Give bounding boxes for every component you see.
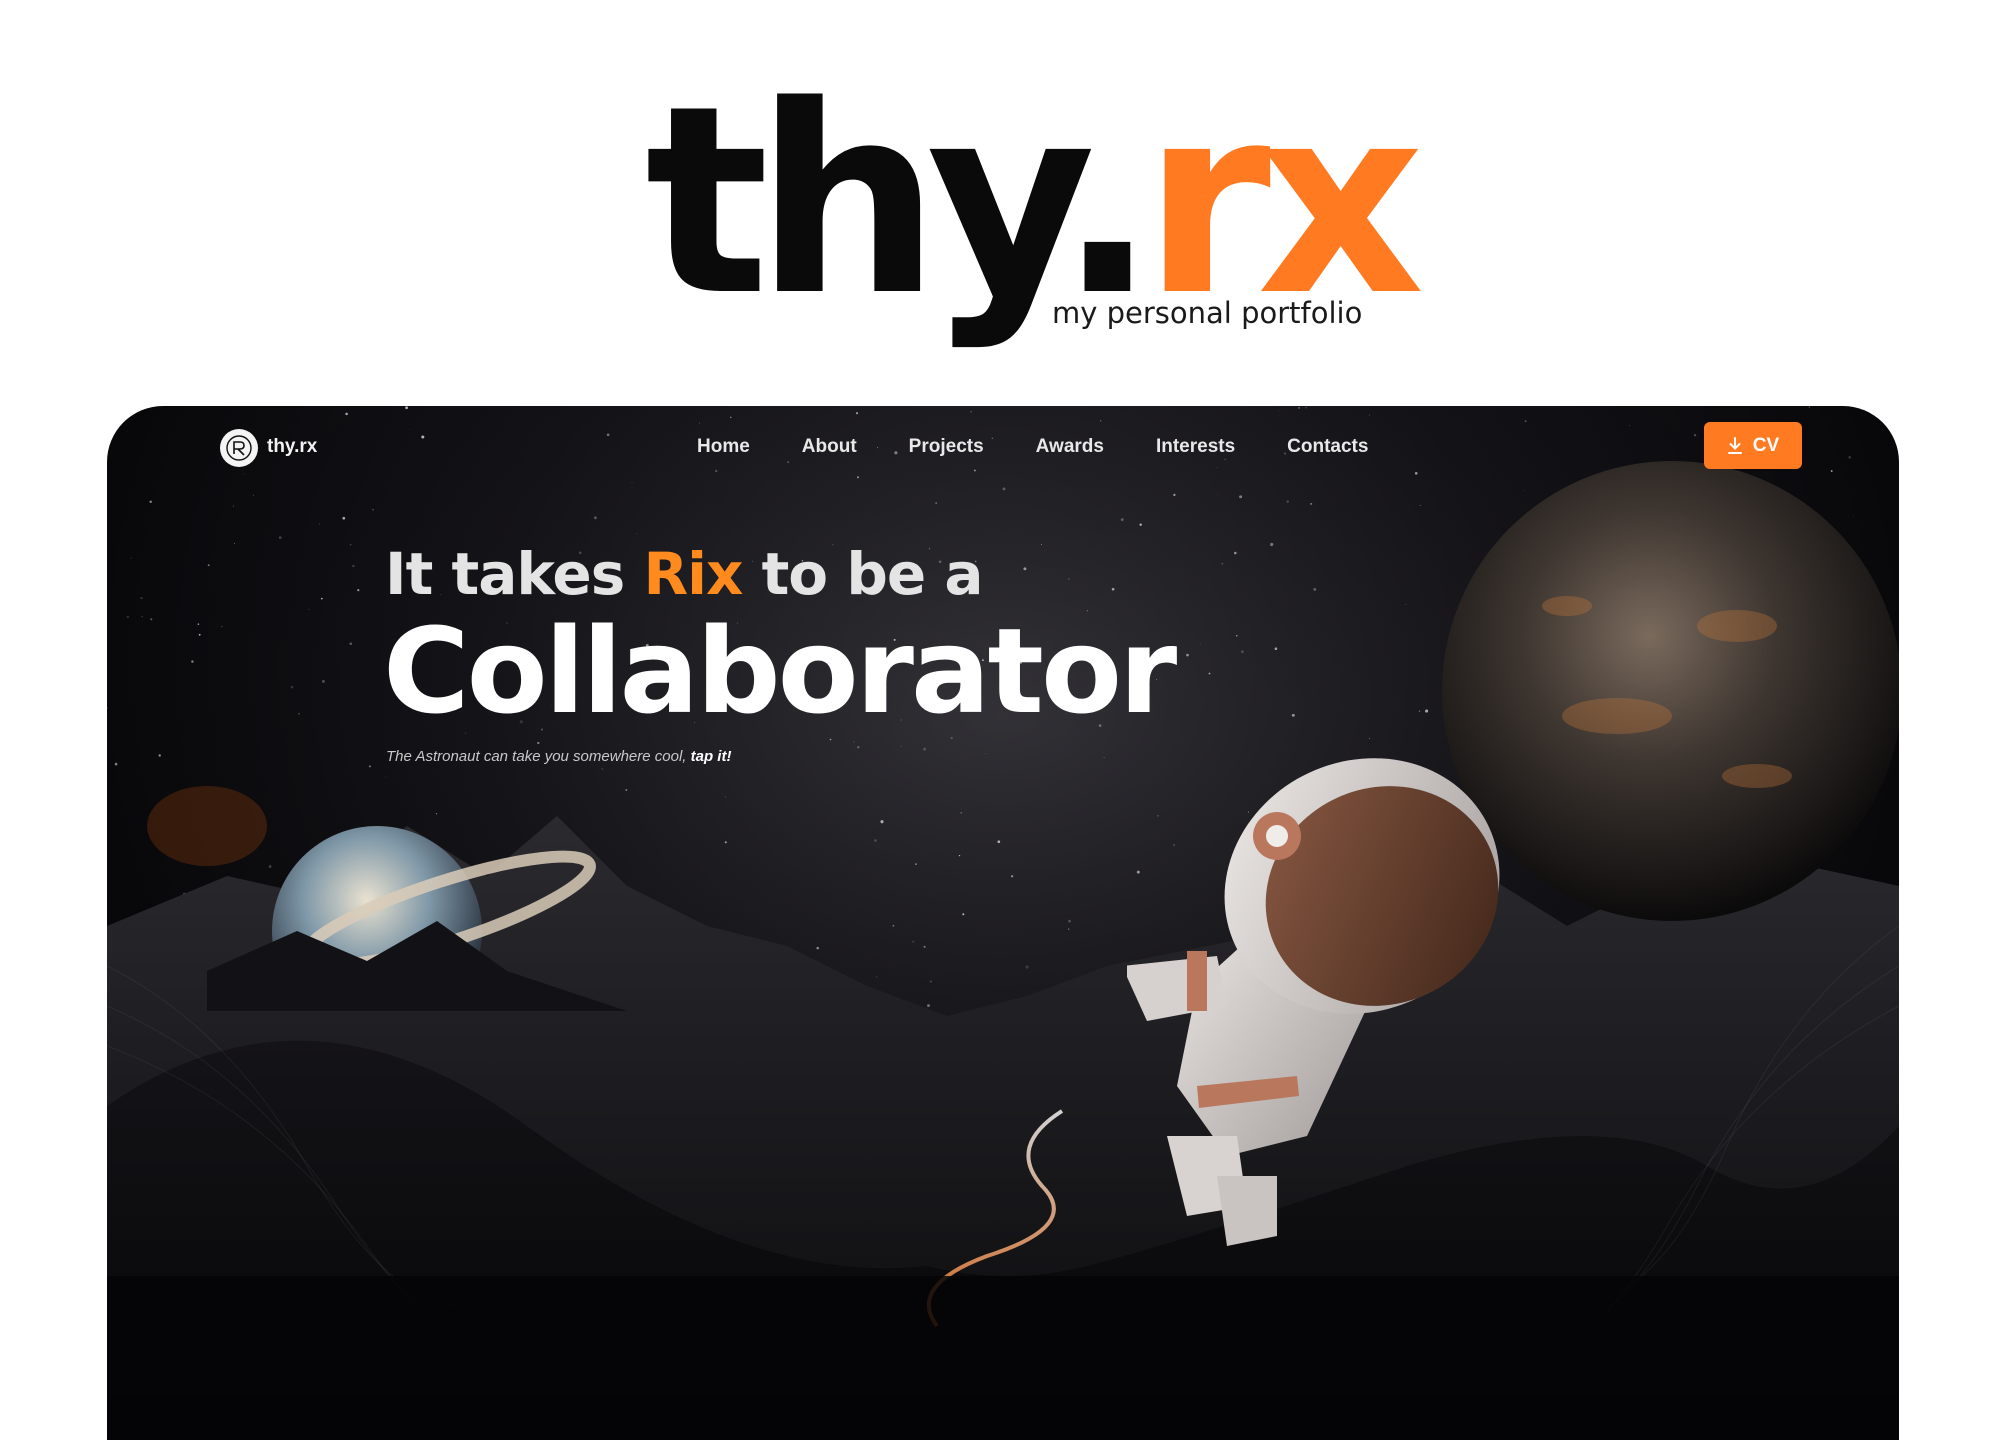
hero-kicker-before: It takes [385,540,644,608]
cv-download-button[interactable]: CV [1704,422,1802,469]
nav-link-interests[interactable]: Interests [1156,436,1235,458]
hero-subtitle-cta: tap it! [690,748,732,765]
download-icon [1727,436,1742,454]
hero-subtitle: The Astronaut can take you somewhere coo… [386,748,731,765]
hero-kicker-after: to be a [742,540,984,608]
cv-label: CV [1752,434,1780,456]
brand-tagline: my personal portfolio [1052,296,1363,330]
nav-link-home[interactable]: Home [697,436,750,458]
ringed-planet [207,826,627,1011]
nav-link-contacts[interactable]: Contacts [1287,436,1368,458]
astronaut-button[interactable] [1127,756,1507,1256]
rx-monogram-icon [226,435,252,461]
nav-link-about[interactable]: About [802,436,857,458]
website-preview: thy.rx Home About Projects Awards Intere… [107,406,1899,1440]
brand-wordmark: thy.rx [645,72,1425,332]
main-nav: Home About Projects Awards Interests Con… [697,436,1368,458]
hero-subtitle-text: The Astronaut can take you somewhere coo… [386,748,691,765]
nav-logo[interactable] [220,429,258,467]
nav-link-awards[interactable]: Awards [1036,436,1104,458]
brand-wordmark-thy: thy [645,51,1072,353]
hero-kicker-accent: Rix [643,540,743,608]
nav-link-projects[interactable]: Projects [909,436,984,458]
nav-brand[interactable]: thy.rx [267,436,317,458]
hero-title: Collaborator [383,602,1177,740]
hero-kicker: It takes Rix to be a [385,540,984,608]
